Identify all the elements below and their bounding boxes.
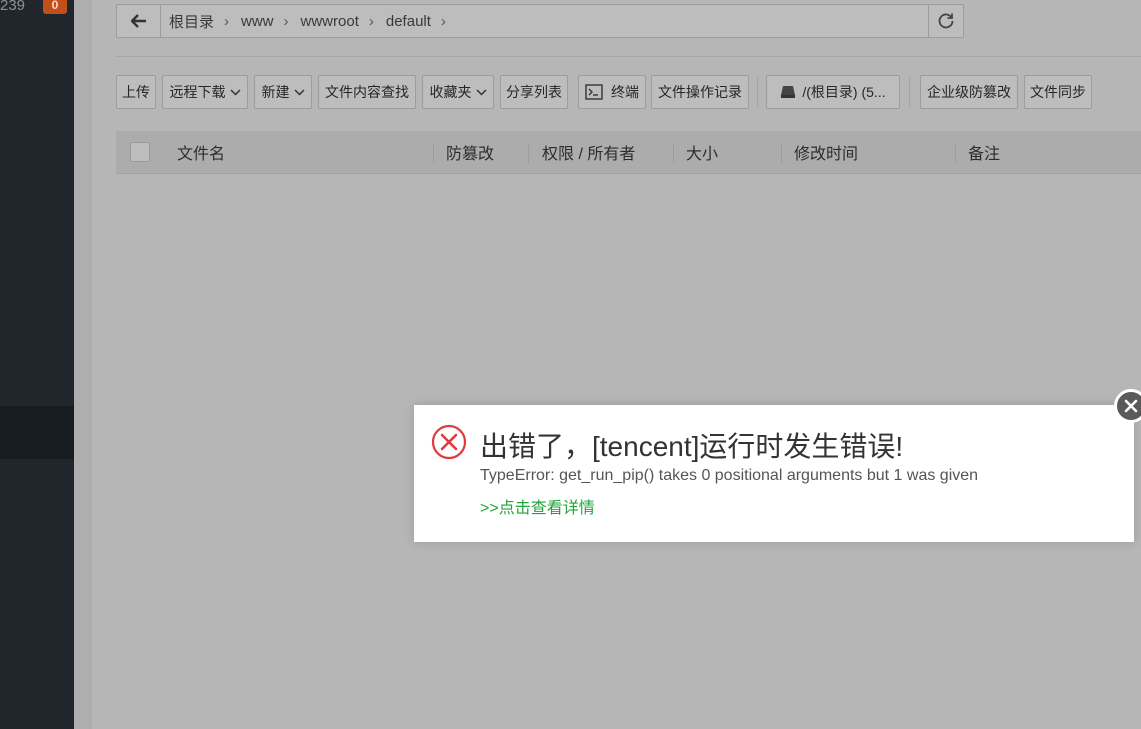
file-sync-button[interactable]: 文件同步 — [1024, 75, 1092, 109]
file-sync-label: 文件同步 — [1030, 84, 1086, 100]
chevron-right-icon: › — [224, 12, 230, 30]
close-icon — [1124, 399, 1138, 413]
column-separator — [673, 143, 674, 163]
tamper-proof-label: 企业级防篡改 — [927, 84, 1011, 100]
remote-download-label: 远程下载 — [169, 84, 226, 100]
column-separator — [955, 143, 956, 163]
arrow-left-icon — [130, 14, 146, 28]
disk-button[interactable]: /(根目录) (5... — [766, 75, 900, 109]
column-label: 文件名 — [177, 146, 226, 163]
column-header-tamper-proof[interactable]: 防篡改 — [446, 131, 494, 173]
disk-label: /(根目录) (5... — [802, 84, 886, 100]
content-gutter — [74, 0, 92, 729]
breadcrumb-root[interactable]: 根目录 — [169, 11, 214, 32]
refresh-icon — [938, 13, 954, 29]
breadcrumb: 根目录 › www › wwwroot › default › — [169, 5, 458, 37]
disk-icon — [781, 86, 796, 98]
chevron-down-icon — [229, 88, 241, 96]
main-content: 根目录 › www › wwwroot › default › 上传 远程下载 … — [74, 0, 1141, 729]
upload-button[interactable]: 上传 — [116, 75, 156, 109]
error-circle-icon — [431, 424, 467, 460]
toolbar-separator — [909, 77, 910, 107]
remote-download-button[interactable]: 远程下载 — [162, 75, 248, 109]
new-label: 新建 — [261, 84, 290, 100]
error-message: TypeError: get_run_pip() takes 0 positio… — [480, 467, 979, 484]
chevron-down-icon — [475, 88, 487, 96]
path-bar: 根目录 › www › wwwroot › default › — [116, 4, 964, 38]
operation-log-label: 文件操作记录 — [658, 84, 742, 100]
view-details-link[interactable]: >>点击查看详情 — [480, 494, 595, 518]
close-toast-button[interactable] — [1114, 389, 1141, 423]
divider — [116, 56, 1141, 57]
column-header-modified-time[interactable]: 修改时间 — [794, 131, 858, 173]
terminal-button[interactable]: 终端 — [578, 75, 646, 109]
terminal-label: 终端 — [611, 84, 639, 100]
column-separator — [528, 143, 529, 163]
column-header-size[interactable]: 大小 — [686, 131, 718, 173]
file-manager-page: 239 0 根目录 › www › wwwroot › default › 上传… — [0, 0, 1141, 729]
sidebar-count: 239 — [0, 0, 26, 14]
column-label: 防篡改 — [446, 146, 495, 163]
error-title: 出错了，[tencent]运行时发生错误! — [480, 431, 904, 462]
sidebar-badge[interactable]: 0 — [43, 0, 67, 14]
favorites-button[interactable]: 收藏夹 — [422, 75, 494, 109]
upload-label: 上传 — [122, 84, 150, 100]
chevron-right-icon: › — [368, 12, 374, 30]
operation-log-button[interactable]: 文件操作记录 — [651, 75, 749, 109]
chevron-right-icon: › — [283, 12, 289, 30]
new-button[interactable]: 新建 — [254, 75, 312, 109]
column-label: 备注 — [968, 146, 1001, 163]
column-label: 修改时间 — [794, 146, 859, 163]
sidebar: 239 0 — [0, 0, 74, 729]
column-separator — [781, 143, 782, 163]
column-label: 大小 — [686, 146, 719, 163]
chevron-right-icon: › — [440, 12, 446, 30]
select-all-checkbox[interactable] — [130, 142, 150, 162]
tamper-proof-enterprise-button[interactable]: 企业级防篡改 — [920, 75, 1018, 109]
sidebar-item-active[interactable] — [0, 406, 74, 459]
content-search-label: 文件内容查找 — [325, 84, 409, 100]
column-separator — [433, 143, 434, 163]
column-header-permission-owner[interactable]: 权限 / 所有者 — [542, 131, 635, 173]
favorites-label: 收藏夹 — [429, 84, 472, 100]
terminal-icon — [585, 84, 603, 100]
breadcrumb-www[interactable]: www — [241, 13, 274, 30]
toolbar-separator — [757, 77, 758, 107]
file-table-header: 文件名 防篡改 权限 / 所有者 大小 修改时间 备注 — [116, 131, 1141, 174]
column-header-remark[interactable]: 备注 — [968, 131, 1000, 173]
refresh-button[interactable] — [928, 5, 963, 37]
breadcrumb-wwwroot[interactable]: wwwroot — [301, 13, 359, 30]
column-label: 权限 / 所有者 — [542, 146, 636, 163]
back-button[interactable] — [117, 5, 161, 37]
share-list-label: 分享列表 — [506, 84, 562, 100]
chevron-down-icon — [293, 88, 305, 96]
error-toast: 出错了，[tencent]运行时发生错误! TypeError: get_run… — [414, 405, 1134, 542]
content-search-button[interactable]: 文件内容查找 — [318, 75, 416, 109]
column-header-filename[interactable]: 文件名 — [177, 131, 225, 173]
breadcrumb-default[interactable]: default — [386, 13, 431, 30]
share-list-button[interactable]: 分享列表 — [500, 75, 568, 109]
